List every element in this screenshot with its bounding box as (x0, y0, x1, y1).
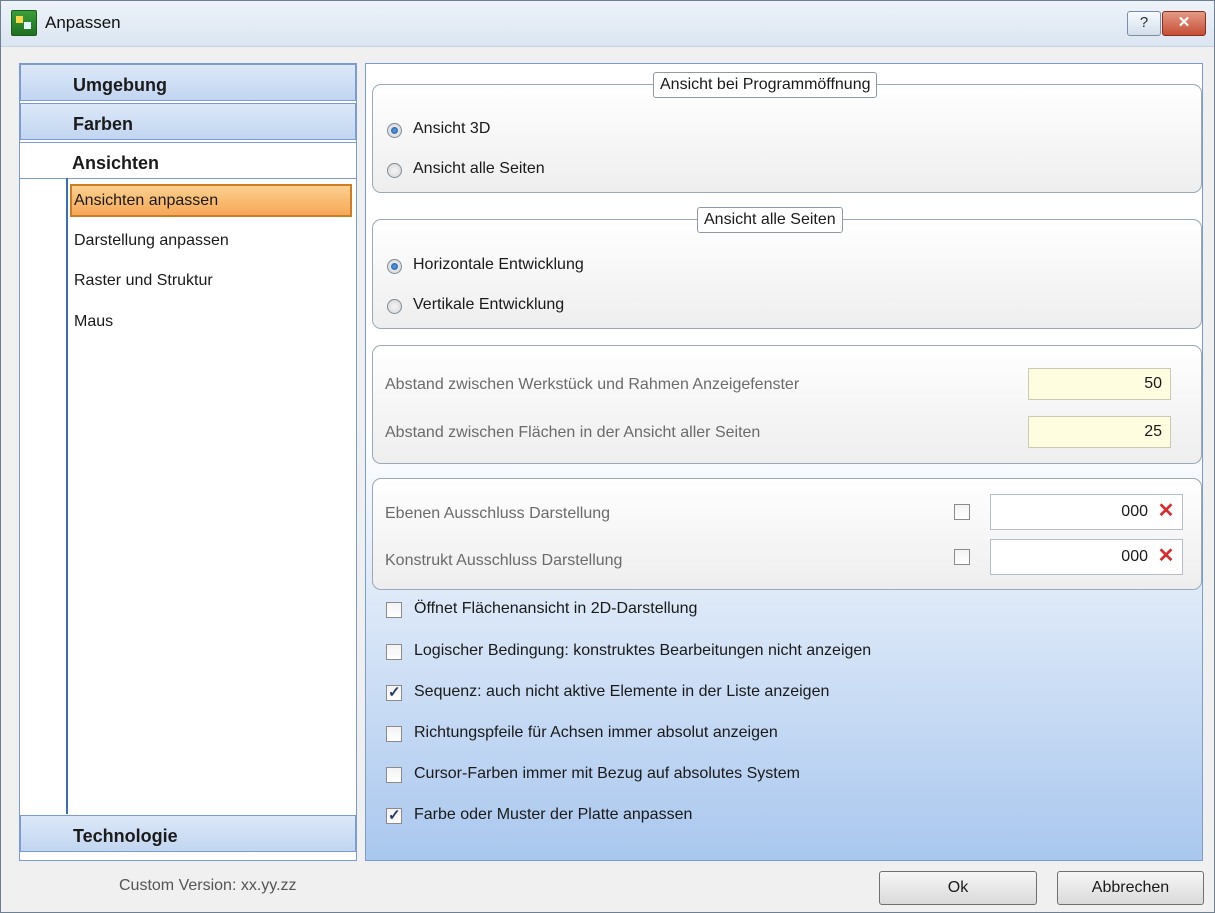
cancel-button[interactable]: Abbrechen (1057, 871, 1204, 905)
distance-label: Abstand zwischen Flächen in der Ansicht … (385, 424, 761, 441)
checkbox-label[interactable]: Richtungspfeile für Achsen immer absolut… (414, 724, 778, 742)
settings-panel: Ansicht bei Programmöffnung Ansicht 3D A… (365, 63, 1203, 861)
checkbox-label[interactable]: Logischer Bedingung: konstruktes Bearbei… (414, 642, 871, 660)
ebenen-exclusion-field[interactable]: 000 ✕ (990, 494, 1183, 530)
window-title: Anpassen (45, 13, 121, 32)
group-title: Ansicht bei Programmöffnung (653, 72, 878, 98)
sidebar-section-technologie[interactable]: Technologie (20, 815, 356, 852)
group-ansicht-bei-programmoeffnung: Ansicht bei Programmöffnung Ansicht 3D A… (372, 72, 1202, 193)
sidebar-nav: Umgebung Farben Ansichten Ansichten anpa… (19, 63, 357, 861)
sidebar-section-label: Umgebung (73, 75, 167, 95)
distance-label: Abstand zwischen Werkstück und Rahmen An… (385, 376, 800, 393)
group-ausschluss: Ebenen Ausschluss Darstellung 000 ✕ Kons… (372, 478, 1202, 590)
sidebar-item-label: Raster und Struktur (74, 272, 213, 289)
exclusion-label: Konstrukt Ausschluss Darstellung (385, 552, 623, 569)
field-value: 000 (1121, 548, 1148, 565)
group-title: Ansicht alle Seiten (697, 207, 843, 233)
help-button[interactable]: ? (1127, 11, 1161, 36)
konstrukt-exclusion-checkbox[interactable] (954, 549, 970, 565)
radio-label[interactable]: Ansicht alle Seiten (413, 160, 545, 178)
tree-connector-line (66, 178, 68, 814)
version-label: Custom Version: xx.yy.zz (119, 877, 297, 894)
checkbox-logischer-bedingung[interactable] (386, 644, 402, 660)
checkbox-label[interactable]: Sequenz: auch nicht aktive Elemente in d… (414, 683, 829, 701)
sidebar-item-label: Maus (74, 313, 114, 330)
group-abstaende: Abstand zwischen Werkstück und Rahmen An… (372, 345, 1202, 464)
sidebar-item-maus[interactable]: Maus (70, 305, 352, 338)
close-button[interactable]: ✕ (1162, 11, 1206, 36)
radio-vertikale-entwicklung[interactable] (387, 299, 402, 314)
checkbox-label[interactable]: Farbe oder Muster der Platte anpassen (414, 806, 692, 824)
sidebar-section-farben[interactable]: Farben (20, 103, 356, 140)
checkbox-cursor-farben[interactable] (386, 767, 402, 783)
distance-frame-input[interactable]: 50 (1028, 368, 1171, 400)
sidebar-item-darstellung-anpassen[interactable]: Darstellung anpassen (70, 224, 352, 257)
sidebar-section-label: Technologie (73, 826, 178, 846)
ok-button[interactable]: Ok (879, 871, 1037, 905)
field-value: 000 (1121, 503, 1148, 520)
sidebar-section-umgebung[interactable]: Umgebung (20, 64, 356, 101)
radio-label[interactable]: Vertikale Entwicklung (413, 296, 564, 314)
sidebar-item-label: Darstellung anpassen (74, 232, 229, 249)
radio-horizontale-entwicklung[interactable] (387, 259, 402, 274)
sidebar-section-label: Farben (73, 114, 134, 134)
ebenen-exclusion-checkbox[interactable] (954, 504, 970, 520)
group-ansicht-alle-seiten: Ansicht alle Seiten Horizontale Entwickl… (372, 207, 1202, 329)
sidebar-section-label: Ansichten (72, 153, 160, 173)
sidebar-section-ansichten[interactable]: Ansichten (20, 142, 356, 179)
clear-icon[interactable]: ✕ (1155, 500, 1177, 522)
checkbox-richtungspfeile[interactable] (386, 726, 402, 742)
checkbox-flaechenansicht-2d[interactable] (386, 602, 402, 618)
checkbox-farbe-muster-platte[interactable] (386, 806, 402, 824)
title-bar[interactable]: Anpassen ? ✕ (1, 1, 1214, 47)
checkbox-label[interactable]: Öffnet Flächenansicht in 2D-Darstellung (414, 600, 697, 618)
sidebar-item-raster-und-struktur[interactable]: Raster und Struktur (70, 264, 352, 297)
clear-icon[interactable]: ✕ (1155, 545, 1177, 567)
dialog-window: Anpassen ? ✕ Umgebung Farben Ansichten A… (0, 0, 1215, 913)
radio-ansicht-3d[interactable] (387, 123, 402, 138)
radio-label[interactable]: Horizontale Entwicklung (413, 256, 584, 274)
distance-faces-input[interactable]: 25 (1028, 416, 1171, 448)
radio-label[interactable]: Ansicht 3D (413, 120, 490, 138)
exclusion-label: Ebenen Ausschluss Darstellung (385, 505, 611, 522)
app-icon (11, 10, 37, 36)
sidebar-item-label: Ansichten anpassen (74, 192, 219, 209)
checkbox-sequenz[interactable] (386, 683, 402, 701)
konstrukt-exclusion-field[interactable]: 000 ✕ (990, 539, 1183, 575)
sidebar-item-ansichten-anpassen[interactable]: Ansichten anpassen (70, 184, 352, 217)
checkbox-label[interactable]: Cursor-Farben immer mit Bezug auf absolu… (414, 765, 800, 783)
radio-ansicht-alle-seiten[interactable] (387, 163, 402, 178)
